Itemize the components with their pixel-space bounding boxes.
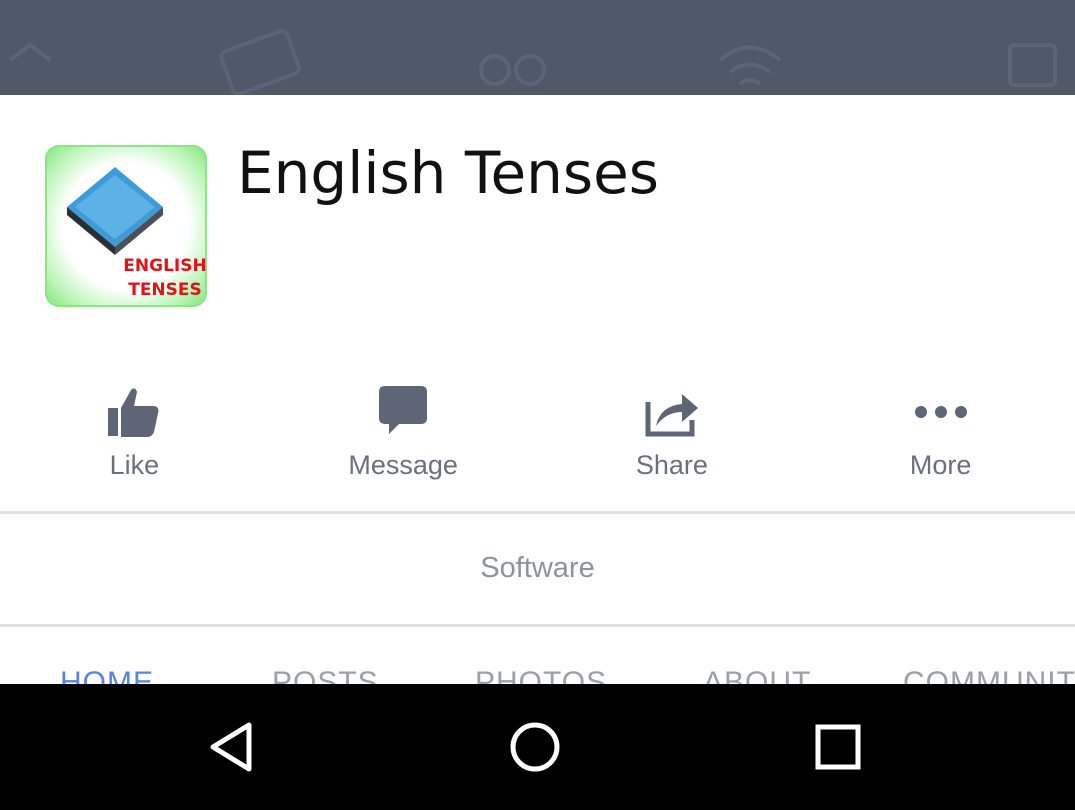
page-title: English Tenses	[237, 139, 660, 207]
more-label: More	[909, 450, 972, 480]
book-icon	[67, 167, 163, 255]
tab-posts[interactable]: POSTS	[272, 666, 379, 684]
page-tabs: HOME POSTS PHOTOS ABOUT COMMUNITY	[0, 628, 1075, 684]
like-button[interactable]: Like	[0, 370, 269, 512]
cover-photo[interactable]	[0, 0, 1075, 95]
page-category: Software	[480, 552, 595, 584]
share-label: Share	[635, 450, 708, 480]
message-button[interactable]: Message	[269, 370, 538, 512]
message-label: Message	[348, 450, 458, 480]
share-button[interactable]: Share	[538, 370, 807, 512]
cover-pattern-icon	[8, 29, 1057, 95]
more-dots-icon	[914, 406, 967, 418]
like-label: Like	[109, 450, 160, 480]
page-action-bar: Like Message Share More	[0, 370, 1075, 512]
tab-photos[interactable]: PHOTOS	[475, 666, 607, 684]
message-bubble-icon	[379, 386, 428, 434]
share-arrow-icon	[645, 394, 698, 437]
more-button[interactable]: More	[806, 370, 1075, 512]
svg-text:TENSES: TENSES	[128, 280, 202, 300]
divider	[0, 511, 1075, 514]
tab-about[interactable]: ABOUT	[703, 666, 811, 684]
system-navigation-bar	[0, 684, 1075, 810]
back-icon[interactable]	[203, 717, 263, 777]
thumbs-up-icon	[108, 388, 159, 437]
page-profile-picture[interactable]: ENGLISH TENSES	[45, 145, 207, 307]
home-icon[interactable]	[505, 717, 565, 777]
divider	[0, 624, 1075, 627]
recents-icon[interactable]	[808, 717, 868, 777]
page-header: ENGLISH TENSES	[0, 95, 1075, 355]
svg-text:ENGLISH: ENGLISH	[123, 256, 206, 276]
tab-community[interactable]: COMMUNITY	[903, 666, 1075, 684]
tab-home[interactable]: HOME	[60, 666, 154, 684]
